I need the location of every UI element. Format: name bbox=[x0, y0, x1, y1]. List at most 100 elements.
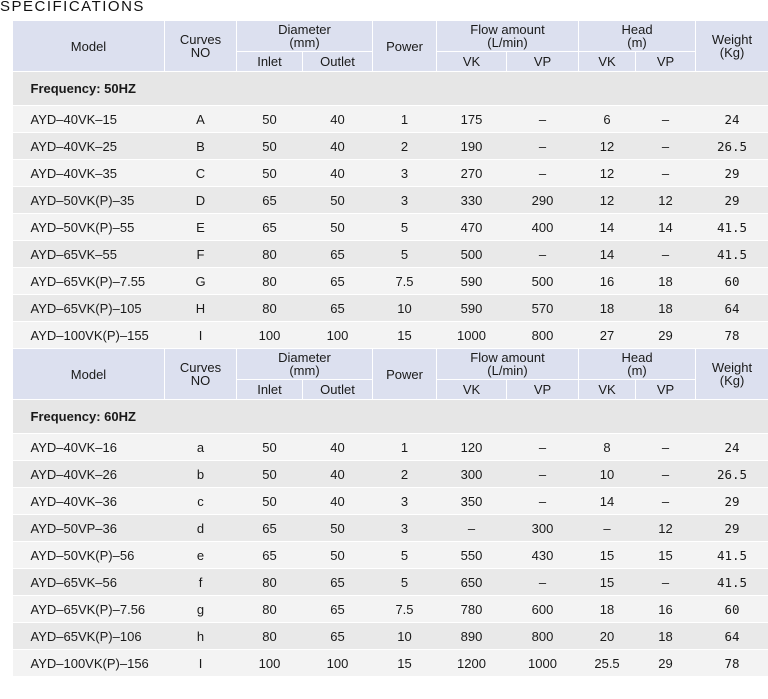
table-row: AYD–65VK(P)–7.56 g 80 65 7.5 780 600 18 16 60 bbox=[12, 595, 768, 623]
cell-outlet: 65 bbox=[302, 240, 373, 268]
cell-outlet: 40 bbox=[302, 487, 373, 515]
cell-weight: 64 bbox=[695, 622, 768, 650]
table-row: AYD–100VK(P)–155 I 100 100 15 1000 800 27 29 78 bbox=[12, 321, 768, 349]
specifications-table: Model Curves NO Diameter (mm) Power Flow a… bbox=[12, 20, 768, 677]
cell-flow-vk: 120 bbox=[436, 433, 507, 461]
cell-model: AYD–50VK(P)–55 bbox=[12, 213, 165, 241]
header-flow-vk: VK bbox=[436, 51, 507, 72]
cell-model: AYD–40VK–15 bbox=[12, 105, 165, 133]
cell-flow-vk: 590 bbox=[436, 294, 507, 322]
header-inlet: Inlet bbox=[236, 51, 303, 72]
cell-head-vp: 18 bbox=[635, 622, 696, 650]
cell-curve: B bbox=[164, 132, 237, 160]
cell-head-vp: – bbox=[635, 159, 696, 187]
cell-flow-vk: 270 bbox=[436, 159, 507, 187]
cell-outlet: 40 bbox=[302, 132, 373, 160]
cell-head-vp: – bbox=[635, 568, 696, 596]
cell-power: 1 bbox=[372, 433, 437, 461]
cell-weight: 60 bbox=[695, 267, 768, 295]
table-row: AYD–65VK(P)–7.55 G 80 65 7.5 590 500 16 18 60 bbox=[12, 267, 768, 295]
cell-curve: F bbox=[164, 240, 237, 268]
cell-inlet: 65 bbox=[236, 213, 303, 241]
cell-power: 2 bbox=[372, 132, 437, 160]
cell-inlet: 50 bbox=[236, 460, 303, 488]
cell-flow-vp: 800 bbox=[506, 622, 579, 650]
cell-curve: a bbox=[164, 433, 237, 461]
cell-weight: 26.5 bbox=[695, 132, 768, 160]
header-flow: Flow amount (L/min) bbox=[435, 20, 580, 52]
cell-flow-vp: 500 bbox=[506, 267, 579, 295]
cell-model: AYD–40VK–26 bbox=[12, 460, 165, 488]
cell-flow-vk: 300 bbox=[436, 460, 507, 488]
cell-curve: I bbox=[164, 321, 237, 349]
cell-outlet: 65 bbox=[302, 267, 373, 295]
cell-inlet: 80 bbox=[236, 568, 303, 596]
table-row: AYD–40VK–35 C 50 40 3 270–12–29 bbox=[12, 159, 768, 187]
cell-outlet: 65 bbox=[302, 622, 373, 650]
cell-head-vp: 12 bbox=[635, 514, 696, 542]
frequency-row: Frequency: 50HZ bbox=[12, 71, 768, 106]
cell-model: AYD–65VK–55 bbox=[12, 240, 165, 268]
cell-flow-vp: 800 bbox=[506, 321, 579, 349]
cell-inlet: 80 bbox=[236, 294, 303, 322]
cell-outlet: 50 bbox=[302, 541, 373, 569]
cell-model: AYD–50VK(P)–56 bbox=[12, 541, 165, 569]
header-head-vk: VK bbox=[578, 379, 637, 400]
cell-curve: I bbox=[164, 649, 237, 677]
cell-head-vk: 14 bbox=[578, 487, 636, 515]
cell-flow-vp: 300 bbox=[506, 514, 579, 542]
cell-head-vk: 18 bbox=[578, 595, 636, 623]
cell-power: 15 bbox=[372, 321, 437, 349]
table-row: AYD–65VK(P)–105 H 80 65 10 590 570 18 18 64 bbox=[12, 294, 768, 322]
cell-outlet: 50 bbox=[302, 514, 373, 542]
cell-power: 7.5 bbox=[372, 267, 437, 295]
cell-curve: C bbox=[164, 159, 237, 187]
header-head: Head (m) bbox=[578, 348, 697, 380]
cell-flow-vp: – bbox=[506, 460, 579, 488]
cell-model: AYD–40VK–35 bbox=[12, 159, 165, 187]
cell-weight: 64 bbox=[695, 294, 768, 322]
cell-curve: G bbox=[164, 267, 237, 295]
cell-head-vk: 12 bbox=[578, 186, 636, 214]
cell-curve: g bbox=[164, 595, 237, 623]
table-row: AYD–40VK–26 b 50 40 2 300–10–26.5 bbox=[12, 460, 768, 488]
table-row: AYD–40VK–25 B 50 40 2 190–12–26.5 bbox=[12, 132, 768, 160]
cell-head-vk: 15 bbox=[578, 568, 636, 596]
cell-weight: 41.5 bbox=[695, 213, 768, 241]
cell-flow-vk: 1000 bbox=[436, 321, 507, 349]
cell-flow-vp: 430 bbox=[506, 541, 579, 569]
cell-inlet: 65 bbox=[236, 186, 303, 214]
cell-curve: A bbox=[164, 105, 237, 133]
cell-weight: 24 bbox=[695, 105, 768, 133]
cell-flow-vp: 600 bbox=[506, 595, 579, 623]
table-row: AYD–65VK(P)–106 h 80 65 10 890 800 20 18 64 bbox=[12, 622, 768, 650]
table-row: AYD–40VK–36 c 50 40 3 350–14–29 bbox=[12, 487, 768, 515]
cell-flow-vk: 590 bbox=[436, 267, 507, 295]
cell-flow-vp: 570 bbox=[506, 294, 579, 322]
cell-outlet: 65 bbox=[302, 595, 373, 623]
cell-inlet: 80 bbox=[236, 267, 303, 295]
cell-weight: 29 bbox=[695, 487, 768, 515]
cell-flow-vp: – bbox=[506, 487, 579, 515]
cell-model: AYD–65VK(P)–105 bbox=[12, 294, 165, 322]
cell-flow-vk: 190 bbox=[436, 132, 507, 160]
cell-head-vk: 12 bbox=[578, 132, 636, 160]
header-weight: Weight (Kg) bbox=[695, 348, 768, 400]
cell-power: 5 bbox=[372, 568, 437, 596]
cell-curve: f bbox=[164, 568, 237, 596]
header-head-vp: VP bbox=[635, 51, 697, 72]
frequency-label: Frequency: 50HZ bbox=[12, 71, 768, 106]
cell-power: 15 bbox=[372, 649, 437, 677]
cell-model: AYD–65VK(P)–106 bbox=[12, 622, 165, 650]
header-model: Model bbox=[12, 20, 165, 72]
header-head: Head (m) bbox=[578, 20, 697, 52]
cell-weight: 41.5 bbox=[695, 568, 768, 596]
cell-model: AYD–50VP–36 bbox=[12, 514, 165, 542]
cell-outlet: 40 bbox=[302, 159, 373, 187]
cell-head-vk: 6 bbox=[578, 105, 636, 133]
frequency-row: Frequency: 60HZ bbox=[12, 399, 768, 434]
cell-flow-vp: – bbox=[506, 568, 579, 596]
cell-head-vk: 10 bbox=[578, 460, 636, 488]
table-row: AYD–40VK–16 a 50 40 1 120–8–24 bbox=[12, 433, 768, 461]
cell-weight: 24 bbox=[695, 433, 768, 461]
